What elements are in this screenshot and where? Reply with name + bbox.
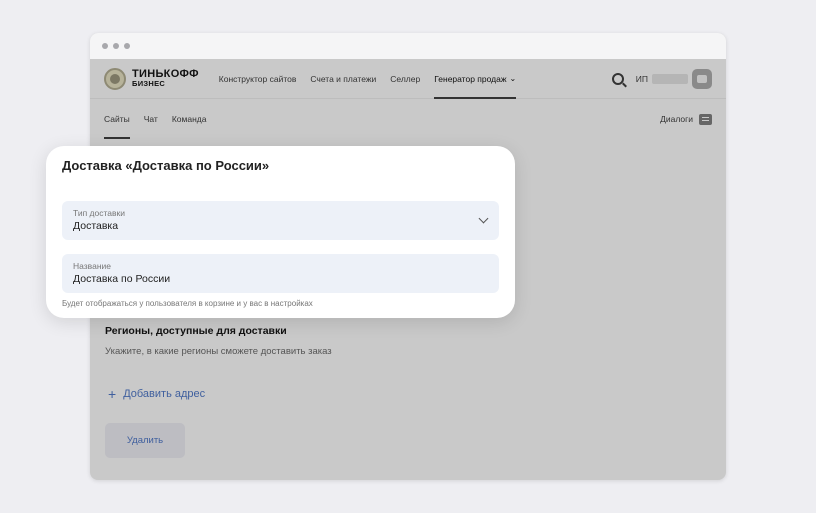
user-menu[interactable]: ИП [635,68,712,89]
delivery-name-value: Доставка по России [73,273,171,285]
delivery-type-select[interactable]: Тип доставки Доставка [62,201,499,240]
regions-title: Регионы, доступные для доставки [105,325,287,337]
window-titlebar [90,33,726,59]
modal-title: Доставка «Доставка по России» [62,158,270,173]
delivery-type-label: Тип доставки [73,208,125,218]
regions-section: Регионы, доступные для доставки Укажите,… [105,325,332,357]
tab-chat[interactable]: Чат [144,99,158,139]
add-address-button[interactable]: + Добавить адрес [108,387,205,401]
tab-team[interactable]: Команда [172,99,207,139]
brand-logo[interactable]: ТИНЬКОФФ БИЗНЕС [104,67,199,90]
nav-item-sales-generator[interactable]: Генератор продаж ⌄ [434,59,517,99]
brand-name: ТИНЬКОФФ [132,67,199,80]
tab-sites[interactable]: Сайты [104,99,130,139]
window-dot-icon [113,43,119,49]
delivery-modal: Доставка «Доставка по России» Тип достав… [46,146,515,318]
add-address-label: Добавить адрес [123,388,206,400]
nav-links: Конструктор сайтов Счета и платежи Селле… [219,59,517,99]
top-navigation: ТИНЬКОФФ БИЗНЕС Конструктор сайтов Счета… [90,59,726,99]
search-icon[interactable] [611,72,624,85]
nav-item-seller[interactable]: Селлер [390,59,420,99]
sub-navigation: Сайты Чат Команда Диалоги [90,99,726,139]
nav-item-site-builder[interactable]: Конструктор сайтов [219,59,297,99]
user-prefix: ИП [635,73,648,84]
window-dot-icon [124,43,130,49]
tinkoff-emblem-icon [104,67,126,90]
nav-item-sales-generator-label: Генератор продаж [434,73,507,84]
regions-subtitle: Укажите, в какие регионы сможете достави… [105,346,332,357]
chevron-down-icon: ⌄ [509,74,517,83]
field-hint: Будет отображаться у пользователя в корз… [62,299,313,308]
delete-button[interactable]: Удалить [105,423,185,458]
plus-icon: + [108,386,117,402]
dialogs-button[interactable]: Диалоги [660,113,712,125]
brand-sub: БИЗНЕС [132,78,166,88]
user-name-redacted [652,73,688,84]
delivery-name-label: Название [73,261,111,271]
delivery-name-field[interactable]: Название Доставка по России [62,254,499,293]
dialogs-label: Диалоги [660,114,693,124]
avatar[interactable] [692,68,712,89]
nav-item-accounts-payments[interactable]: Счета и платежи [310,59,376,99]
window-dot-icon [102,43,108,49]
delivery-type-value: Доставка [73,220,119,232]
chat-icon [699,113,712,125]
